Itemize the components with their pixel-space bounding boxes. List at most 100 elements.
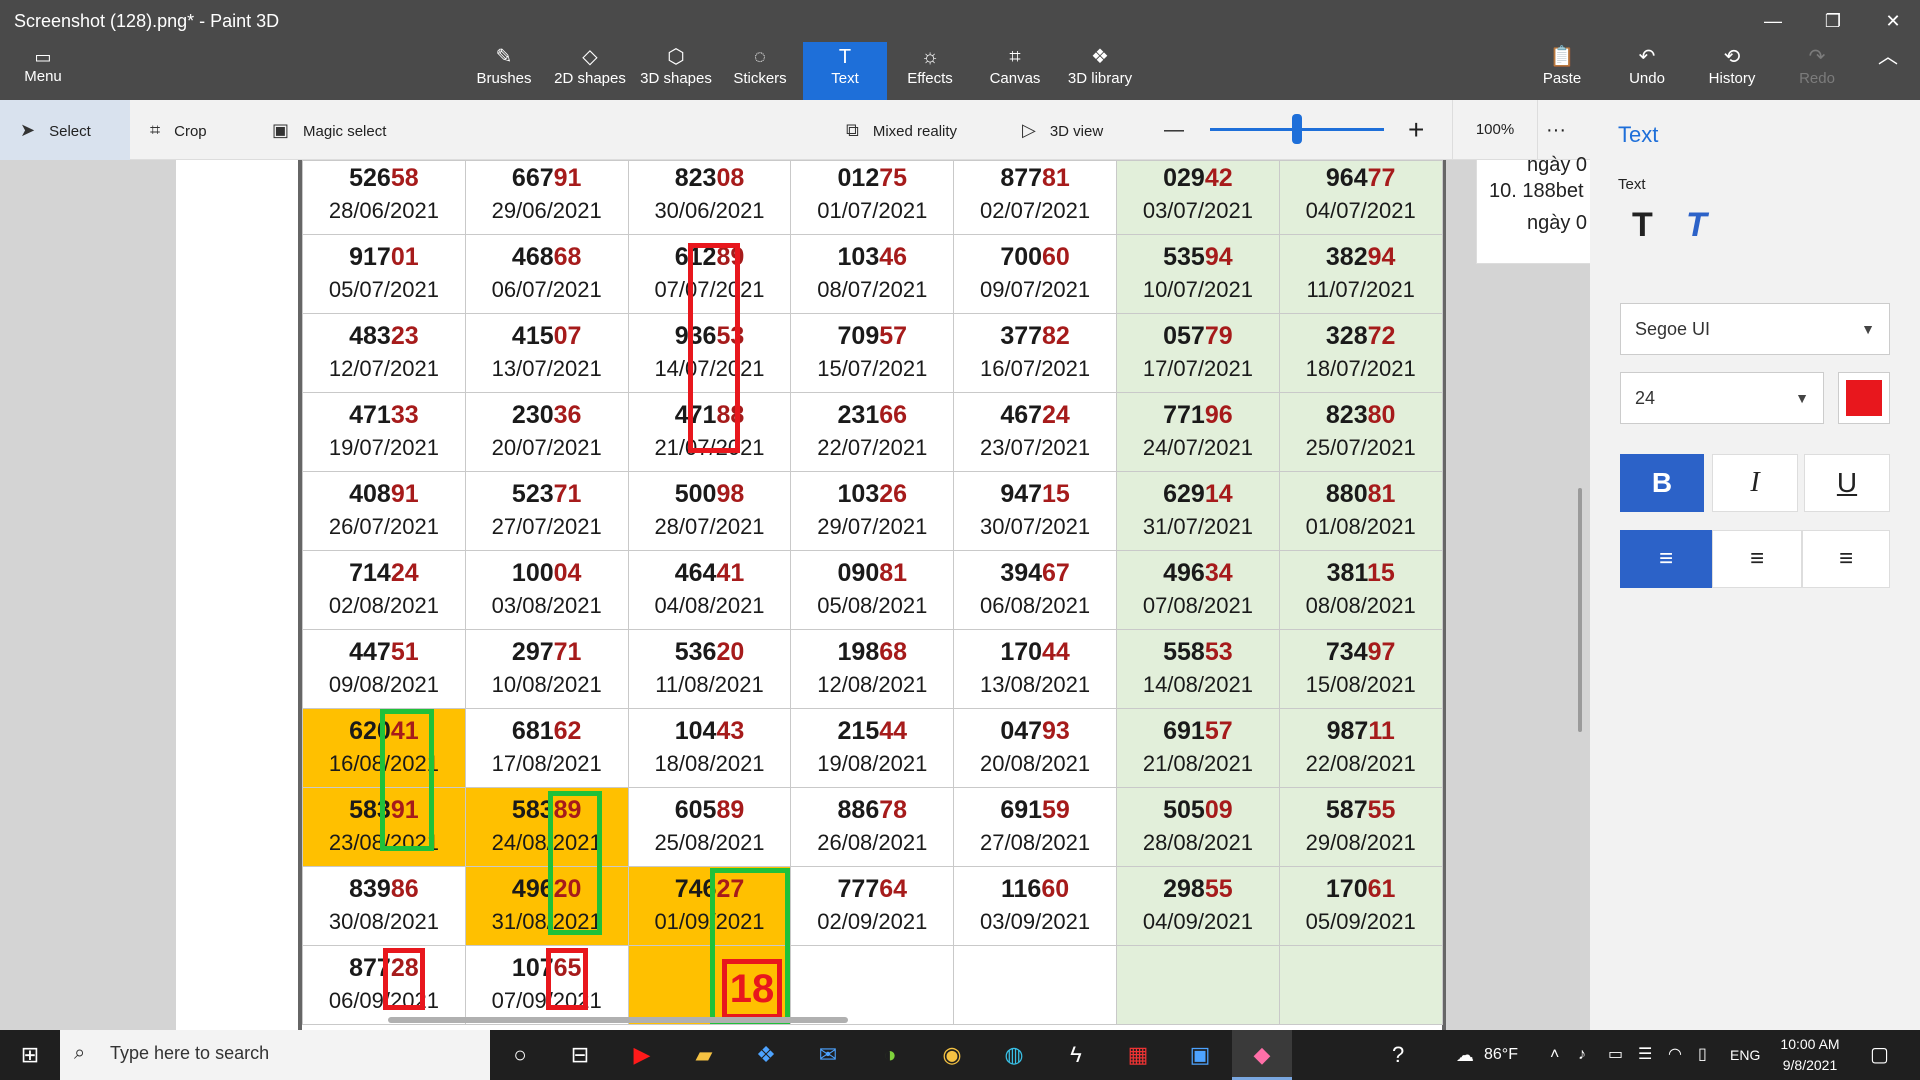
minimize-button[interactable]: — bbox=[1746, 6, 1800, 36]
chevron-up-icon: ︿ bbox=[1878, 46, 1898, 68]
zoom-in-button[interactable]: + bbox=[1408, 100, 1424, 160]
result-cell: 32872 18/07/2021 bbox=[1278, 313, 1443, 393]
number-head: 964 bbox=[1325, 164, 1368, 192]
widgets-icon[interactable]: ⊟ bbox=[550, 1030, 610, 1080]
windows-start-icon[interactable]: ⊞ bbox=[0, 1030, 60, 1080]
number-head: 029 bbox=[1163, 164, 1205, 192]
tool-effects[interactable]: ☼ Effects bbox=[888, 42, 972, 100]
redo-button[interactable]: ↷ Redo bbox=[1775, 42, 1859, 100]
taskbar-search[interactable]: ⌕ Type here to search bbox=[60, 1030, 490, 1080]
bold-button[interactable]: B bbox=[1620, 454, 1704, 512]
network-icon[interactable]: ☰ bbox=[1638, 1030, 1652, 1080]
maximize-button[interactable]: ❐ bbox=[1806, 6, 1860, 36]
zoom-out-button[interactable]: — bbox=[1164, 100, 1184, 160]
result-cell: 91701 05/07/2021 bbox=[302, 234, 466, 314]
result-number: 88678 bbox=[791, 796, 953, 824]
cursor-icon: ➤ bbox=[20, 120, 36, 140]
result-date: 02/07/2021 bbox=[980, 198, 1091, 223]
notifications-icon[interactable]: ▢ bbox=[1870, 1030, 1889, 1080]
tool-3d-shapes[interactable]: ⬡ 3D shapes bbox=[634, 42, 718, 100]
result-cell: 88081 01/08/2021 bbox=[1278, 471, 1443, 551]
crop-button[interactable]: ⌗ Crop bbox=[150, 100, 207, 160]
youtube-icon[interactable]: ▶ bbox=[612, 1030, 672, 1080]
tool-canvas[interactable]: ⌗ Canvas bbox=[973, 42, 1057, 100]
number-tail: 72 bbox=[1367, 322, 1396, 350]
volume-icon[interactable]: ♪ bbox=[1578, 1030, 1586, 1080]
redo-icon: ↷ bbox=[1808, 46, 1826, 68]
close-button[interactable]: ✕ bbox=[1866, 6, 1920, 36]
result-date: 30/06/2021 bbox=[654, 198, 765, 223]
file-explorer-icon[interactable]: ▰ bbox=[674, 1030, 734, 1080]
battery-icon[interactable]: ▭ bbox=[1608, 1030, 1623, 1080]
result-number: 17061 bbox=[1280, 875, 1442, 903]
collapse-ribbon-button[interactable]: ︿ bbox=[1858, 42, 1918, 100]
help-icon[interactable]: ? bbox=[1392, 1030, 1404, 1080]
chevron-up-icon[interactable]: ˄ bbox=[1550, 1030, 1559, 1080]
task-view-icon[interactable]: ○ bbox=[490, 1030, 550, 1080]
annotation-number[interactable]: 18 bbox=[722, 959, 782, 1019]
3d-view-button[interactable]: ▷ 3D view bbox=[1022, 100, 1103, 160]
weather-icon[interactable]: ☁ bbox=[1456, 1030, 1474, 1080]
tools-app-icon[interactable]: ▦ bbox=[1108, 1030, 1168, 1080]
dropbox-icon[interactable]: ❖ bbox=[736, 1030, 796, 1080]
zoom-percent[interactable]: 100% bbox=[1452, 100, 1538, 160]
2d-text-icon[interactable]: T bbox=[1632, 206, 1653, 245]
paste-button[interactable]: 📋 Paste bbox=[1520, 42, 1604, 100]
chrome-icon[interactable]: ◉ bbox=[922, 1030, 982, 1080]
wifi-icon[interactable]: ◠ bbox=[1668, 1030, 1682, 1080]
zoom-slider-thumb[interactable] bbox=[1292, 114, 1302, 144]
result-cell: 62914 31/07/2021 bbox=[1115, 471, 1280, 551]
magic-select-button[interactable]: ▣ Magic select bbox=[272, 100, 386, 160]
app-icon[interactable]: ◑ bbox=[860, 1030, 920, 1080]
undo-button[interactable]: ↶ Undo bbox=[1605, 42, 1689, 100]
underline-button[interactable]: U bbox=[1804, 454, 1890, 512]
result-number: 55853 bbox=[1117, 638, 1279, 666]
text-color-swatch[interactable] bbox=[1838, 372, 1890, 424]
align-right-button[interactable]: ≡ bbox=[1802, 530, 1890, 588]
view-3d-icon: ▷ bbox=[1022, 120, 1036, 140]
lightning-app-icon[interactable]: ϟ bbox=[1046, 1030, 1106, 1080]
tool-2d-shapes[interactable]: ◇ 2D shapes bbox=[548, 42, 632, 100]
search-placeholder: Type here to search bbox=[110, 1043, 270, 1063]
history-button[interactable]: ⟲ History bbox=[1690, 42, 1774, 100]
language-indicator[interactable]: ENG bbox=[1730, 1030, 1760, 1080]
mixed-reality-button[interactable]: ⧉ Mixed reality bbox=[846, 100, 957, 160]
result-cell: 83986 30/08/2021 bbox=[302, 866, 466, 946]
taskbar-clock[interactable]: 10:00 AM 9/8/2021 bbox=[1765, 1034, 1855, 1076]
table-row: 58391 23/08/2021 58389 24/08/2021 60589 25/08… bbox=[302, 787, 1443, 867]
result-cell bbox=[790, 945, 955, 1025]
result-cell: 39467 06/08/2021 bbox=[953, 550, 1117, 630]
number-tail: 68 bbox=[553, 243, 582, 271]
tool-stickers[interactable]: ◌ Stickers bbox=[718, 42, 802, 100]
edge-icon[interactable]: ◍ bbox=[984, 1030, 1044, 1080]
tool-text[interactable]: T Text bbox=[803, 42, 887, 100]
number-head: 771 bbox=[1163, 401, 1205, 429]
more-options-button[interactable]: ··· bbox=[1546, 100, 1566, 160]
photos-icon[interactable]: ▣ bbox=[1170, 1030, 1230, 1080]
result-cell: 77196 24/07/2021 bbox=[1115, 392, 1280, 472]
tool-brushes[interactable]: ✎ Brushes bbox=[462, 42, 546, 100]
align-left-button[interactable]: ≡ bbox=[1620, 530, 1712, 588]
number-tail: 94 bbox=[1204, 243, 1233, 271]
font-size-dropdown[interactable]: 24 ▼ bbox=[1620, 372, 1824, 424]
paint-3d-taskbar-icon[interactable]: ◆ bbox=[1232, 1030, 1292, 1080]
tool-3d-library[interactable]: ❖ 3D library bbox=[1058, 42, 1142, 100]
result-cell: 66791 29/06/2021 bbox=[464, 160, 629, 235]
3d-text-icon[interactable]: T bbox=[1686, 206, 1707, 245]
vertical-scrollbar[interactable] bbox=[1578, 488, 1582, 732]
number-head: 377 bbox=[1000, 322, 1043, 350]
font-family-dropdown[interactable]: Segoe UI ▼ bbox=[1620, 303, 1890, 355]
align-center-button[interactable]: ≡ bbox=[1712, 530, 1802, 588]
number-head: 215 bbox=[837, 717, 880, 745]
result-number: 32872 bbox=[1280, 322, 1442, 350]
horizontal-scrollbar[interactable] bbox=[388, 1017, 848, 1023]
select-button[interactable]: ➤ Select bbox=[0, 100, 130, 160]
result-number: 70957 bbox=[791, 322, 953, 350]
result-date: 01/08/2021 bbox=[1305, 514, 1416, 539]
number-tail: 86 bbox=[390, 875, 419, 903]
italic-button[interactable]: I bbox=[1712, 454, 1798, 512]
mail-icon[interactable]: ✉ bbox=[798, 1030, 858, 1080]
weather-temp[interactable]: 86°F bbox=[1484, 1030, 1518, 1080]
power-icon[interactable]: ▯ bbox=[1698, 1030, 1707, 1080]
menu-button[interactable]: ▭ Menu bbox=[8, 46, 78, 96]
